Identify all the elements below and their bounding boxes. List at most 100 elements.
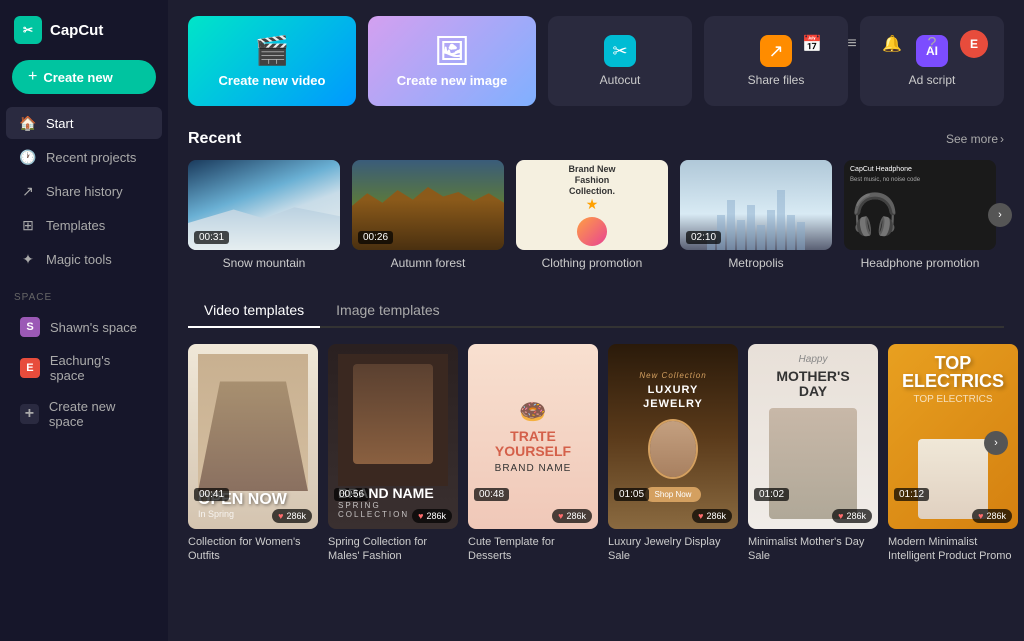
sidebar-item-templates[interactable]: ⊞ Templates bbox=[6, 209, 162, 241]
headphone-image: CapCut Headphone Best music, no noise co… bbox=[844, 160, 996, 250]
recent-item-metro[interactable]: 02:10 Metropolis bbox=[680, 160, 832, 270]
template-card-3[interactable]: 🍩 TRATEYOURSELF BRAND NAME 00:48 ♥ 286k … bbox=[468, 344, 598, 564]
tmpl2-title: Spring Collection for Males' Fashion bbox=[328, 535, 458, 564]
sidebar-item-shawn-space[interactable]: S Shawn's space bbox=[6, 310, 162, 344]
template-tabs: Video templates Image templates bbox=[188, 294, 1004, 328]
recent-carousel: 00:31 Snow mountain 00:26 Autumn forest … bbox=[188, 160, 1004, 270]
create-image-card[interactable]: 🖼 Create new image bbox=[368, 16, 536, 106]
tmpl1-badge: ♥ 286k bbox=[272, 509, 312, 523]
template-bg-5: Happy MOTHER'SDAY bbox=[748, 344, 878, 529]
tmpl3-duration: 00:48 bbox=[474, 488, 509, 501]
bell-icon[interactable]: 🔔 bbox=[880, 32, 904, 56]
tmpl4-text: LUXURYJEWELRY bbox=[643, 384, 703, 410]
clothing-text: Brand NewFashionCollection. bbox=[568, 164, 615, 196]
app-name: CapCut bbox=[50, 22, 103, 39]
sidebar-item-create-space[interactable]: + Create new space bbox=[6, 392, 162, 436]
autocut-icon: ✂ bbox=[604, 35, 636, 67]
tmpl5-duration: 01:02 bbox=[754, 488, 789, 501]
tmpl6-photo bbox=[918, 439, 988, 519]
sidebar-item-magic-tools[interactable]: ✦ Magic tools bbox=[6, 243, 162, 275]
main-content: 📅 ≡ 🔔 ? E 🎬 Create new video 🖼 Create ne… bbox=[168, 0, 1024, 641]
headphone-label: Headphone promotion bbox=[844, 256, 996, 270]
share-icon: ↗ bbox=[20, 183, 36, 199]
recent-title: Recent bbox=[188, 130, 241, 148]
recent-thumb-clothing: Brand NewFashionCollection. ★ bbox=[516, 160, 668, 250]
tmpl4-badge: ♥ 286k bbox=[692, 509, 732, 523]
recent-item-forest[interactable]: 00:26 Autumn forest bbox=[352, 160, 504, 270]
autocut-card[interactable]: ✂ Autocut bbox=[548, 16, 692, 106]
template-bg-4: New Collection LUXURYJEWELRY Shop Now bbox=[608, 344, 738, 529]
tab-video-templates[interactable]: Video templates bbox=[188, 294, 320, 328]
space-section-label: SPACE bbox=[0, 276, 168, 309]
recent-item-clothing[interactable]: Brand NewFashionCollection. ★ Clothing p… bbox=[516, 160, 668, 270]
template-card-4[interactable]: New Collection LUXURYJEWELRY Shop Now 01… bbox=[608, 344, 738, 564]
tab-image-templates[interactable]: Image templates bbox=[320, 294, 456, 328]
recent-thumb-snow: 00:31 bbox=[188, 160, 340, 250]
tmpl3-likes: 286k bbox=[566, 511, 586, 521]
tmpl5-title: Minimalist Mother's Day Sale bbox=[748, 535, 878, 564]
bldg-3 bbox=[727, 200, 735, 250]
sidebar: ✂ CapCut Create new 🏠 Start 🕐 Recent pro… bbox=[0, 0, 168, 641]
clothing-stars: ★ bbox=[586, 196, 599, 213]
ad-script-label: Ad script bbox=[909, 73, 956, 87]
create-new-button[interactable]: Create new bbox=[12, 60, 156, 94]
tmpl3-title: Cute Template for Desserts bbox=[468, 535, 598, 564]
heart-icon-3: ♥ bbox=[558, 511, 563, 521]
sidebar-item-eachung-space[interactable]: E Eachung's space bbox=[6, 346, 162, 390]
tmpl5-likes: 286k bbox=[846, 511, 866, 521]
create-video-label: Create new video bbox=[219, 73, 326, 88]
template-card-5[interactable]: Happy MOTHER'SDAY 01:02 ♥ 286k Minimalis… bbox=[748, 344, 878, 564]
autocut-label: Autocut bbox=[600, 73, 641, 87]
user-avatar[interactable]: E bbox=[960, 30, 988, 58]
sidebar-item-start[interactable]: 🏠 Start bbox=[6, 107, 162, 139]
grid-icon: ⊞ bbox=[20, 217, 36, 233]
list-icon[interactable]: ≡ bbox=[840, 32, 864, 56]
tmpl6-likes: 286k bbox=[986, 511, 1006, 521]
tmpl5-happy: Happy bbox=[799, 354, 828, 365]
recent-item-snow[interactable]: 00:31 Snow mountain bbox=[188, 160, 340, 270]
recent-item-headphone[interactable]: CapCut Headphone Best music, no noise co… bbox=[844, 160, 996, 270]
heart-icon-1: ♥ bbox=[278, 511, 283, 521]
calendar-icon[interactable]: 📅 bbox=[800, 32, 824, 56]
headphone-label-text: CapCut Headphone bbox=[850, 166, 912, 173]
create-video-card[interactable]: 🎬 Create new video bbox=[188, 16, 356, 106]
see-more-button[interactable]: See more › bbox=[946, 132, 1004, 146]
clothing-label: Clothing promotion bbox=[516, 256, 668, 270]
template-thumb-4: New Collection LUXURYJEWELRY Shop Now 01… bbox=[608, 344, 738, 529]
tmpl6-title: Modern Minimalist Intelligent Product Pr… bbox=[888, 535, 1018, 564]
sidebar-item-magic-label: Magic tools bbox=[46, 252, 112, 267]
recent-thumb-forest: 00:26 bbox=[352, 160, 504, 250]
forest-label: Autumn forest bbox=[352, 256, 504, 270]
tmpl5-text: MOTHER'SDAY bbox=[776, 369, 849, 400]
tmpl5-badge: ♥ 286k bbox=[832, 509, 872, 523]
metro-duration: 02:10 bbox=[686, 231, 721, 244]
bldg-4 bbox=[737, 220, 745, 250]
sidebar-item-share-history[interactable]: ↗ Share history bbox=[6, 175, 162, 207]
clothing-circle bbox=[577, 217, 607, 246]
create-video-icon: 🎬 bbox=[255, 34, 290, 67]
forest-duration: 00:26 bbox=[358, 231, 393, 244]
metro-buildings bbox=[707, 190, 805, 250]
tmpl1-likes: 286k bbox=[286, 511, 306, 521]
template-thumb-2: BRAND NAME SPRING COLLECTION 00:56 ♥ 286… bbox=[328, 344, 458, 529]
tmpl6-text: TOPELECTRICS bbox=[902, 354, 1004, 390]
tmpl1-duration: 00:41 bbox=[194, 488, 229, 501]
tmpl4-title: Luxury Jewelry Display Sale bbox=[608, 535, 738, 564]
template-card-1[interactable]: OPEN NOW In Spring 00:41 ♥ 286k Collecti… bbox=[188, 344, 318, 564]
tmpl6-badge: ♥ 286k bbox=[972, 509, 1012, 523]
headphone-sub: Best music, no noise code bbox=[850, 177, 920, 183]
template-thumb-5: Happy MOTHER'SDAY 01:02 ♥ 286k bbox=[748, 344, 878, 529]
sidebar-item-recent-label: Recent projects bbox=[46, 150, 136, 165]
sidebar-item-recent-projects[interactable]: 🕐 Recent projects bbox=[6, 141, 162, 173]
heart-icon-5: ♥ bbox=[838, 511, 843, 521]
recent-carousel-next[interactable]: › bbox=[988, 203, 1012, 227]
help-icon[interactable]: ? bbox=[920, 32, 944, 56]
tmpl4-portrait bbox=[648, 419, 698, 479]
tmpl4-duration: 01:05 bbox=[614, 488, 649, 501]
figure2 bbox=[353, 364, 433, 464]
template-carousel-next[interactable]: › bbox=[984, 431, 1008, 455]
bldg-5 bbox=[747, 205, 755, 250]
heart-icon-6: ♥ bbox=[978, 511, 983, 521]
template-card-2[interactable]: BRAND NAME SPRING COLLECTION 00:56 ♥ 286… bbox=[328, 344, 458, 564]
share-files-label: Share files bbox=[748, 73, 805, 87]
